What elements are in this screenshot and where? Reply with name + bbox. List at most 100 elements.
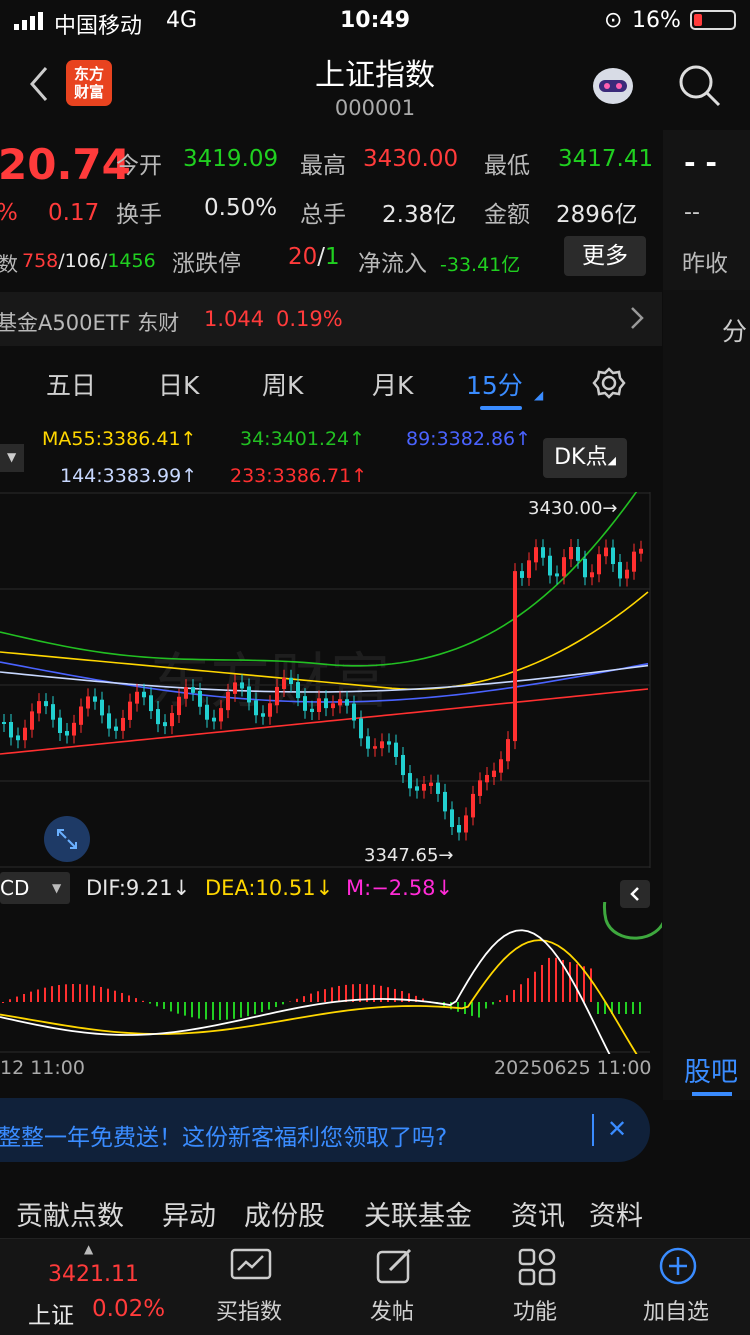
ma34-label: 34:3401.24↑ xyxy=(240,428,365,450)
search-icon[interactable] xyxy=(676,62,722,108)
post-edit-icon[interactable] xyxy=(376,1248,414,1286)
ticker-pct[interactable]: 0.02% xyxy=(92,1296,165,1322)
candle xyxy=(135,692,139,704)
macd-bar xyxy=(569,962,571,1002)
macd-bar xyxy=(338,986,340,1002)
turnover-value: 0.50% xyxy=(204,195,277,221)
ma89-label: 89:3382.86↑ xyxy=(406,428,531,450)
macd-bar xyxy=(275,1002,277,1007)
ticker-price[interactable]: 3421.11 xyxy=(48,1262,139,1287)
candle xyxy=(597,554,601,574)
candle xyxy=(177,697,181,715)
expand-chart-icon[interactable] xyxy=(44,816,90,862)
tab-month-k[interactable]: 月K xyxy=(372,366,413,402)
candle xyxy=(37,701,41,713)
flat-count: /106/ xyxy=(58,250,107,272)
open-label: 今开 xyxy=(116,146,162,180)
nav-post[interactable]: 发帖 xyxy=(370,1294,414,1326)
candle xyxy=(562,557,566,576)
candle xyxy=(205,705,209,720)
candle xyxy=(247,686,251,702)
limit-down-count: 1 xyxy=(325,244,340,270)
candle xyxy=(2,722,6,724)
macd-bar xyxy=(177,1002,179,1014)
macd-bar xyxy=(310,994,312,1002)
candle xyxy=(576,547,580,561)
candle xyxy=(317,698,321,712)
nav-function[interactable]: 功能 xyxy=(513,1294,557,1326)
robot-avatar-icon[interactable] xyxy=(588,62,638,108)
subtab-contribution[interactable]: 贡献点数 xyxy=(16,1194,124,1233)
candle xyxy=(240,682,244,688)
count-prefix: 数 xyxy=(0,248,18,277)
subtab-profile[interactable]: 资料 xyxy=(589,1194,643,1233)
macd-bar xyxy=(86,985,88,1002)
subtab-movement[interactable]: 异动 xyxy=(162,1194,216,1233)
macd-bar xyxy=(282,1002,284,1004)
candle xyxy=(625,570,629,579)
more-button[interactable]: 更多 xyxy=(564,236,646,276)
subtab-constituents[interactable]: 成份股 xyxy=(244,1194,325,1233)
high-label: 最高 xyxy=(300,146,346,180)
macd-bar xyxy=(149,1002,151,1004)
tab-15min[interactable]: 15分 xyxy=(466,366,523,402)
tab-five-day[interactable]: 五日 xyxy=(46,366,96,402)
buy-index-icon[interactable] xyxy=(230,1248,272,1284)
chevron-right-icon[interactable] xyxy=(626,304,646,332)
candle xyxy=(583,559,587,577)
candle xyxy=(23,728,27,740)
candle xyxy=(345,699,349,705)
macd-bar xyxy=(114,991,116,1002)
candle xyxy=(282,678,286,689)
candle xyxy=(142,692,146,698)
dropdown-triangle-icon: ◢ xyxy=(534,388,543,402)
volume-label: 总手 xyxy=(300,195,346,229)
macd-bar xyxy=(534,972,536,1002)
side-tab-guba[interactable]: 股吧 xyxy=(684,1050,738,1089)
candlestick-chart[interactable]: 东方财富 xyxy=(0,492,662,868)
add-watchlist-icon[interactable] xyxy=(658,1246,698,1286)
candle xyxy=(548,556,552,576)
ma-dropdown[interactable]: ▼ xyxy=(0,444,24,472)
candle xyxy=(324,698,328,708)
high-value: 3430.00 xyxy=(363,146,458,172)
limit-up-count: 20 xyxy=(288,244,317,270)
candle xyxy=(149,695,153,711)
dk-point-button[interactable]: DK点◢ xyxy=(543,438,627,478)
indicator-select[interactable]: CD▼ xyxy=(0,872,70,904)
candle xyxy=(541,547,545,558)
promo-text[interactable]: 整整一年免费送！这份新客福利您领取了吗? xyxy=(0,1118,447,1152)
subtab-related-funds[interactable]: 关联基金 xyxy=(364,1194,472,1233)
nav-buy-index[interactable]: 买指数 xyxy=(216,1294,282,1326)
promo-close-icon[interactable]: ✕ xyxy=(607,1115,627,1143)
macd-chart[interactable] xyxy=(0,902,662,1054)
macd-bar xyxy=(639,1002,641,1014)
candle xyxy=(499,759,503,772)
subtab-news[interactable]: 资讯 xyxy=(511,1194,565,1233)
macd-bar xyxy=(345,985,347,1002)
macd-bar xyxy=(93,986,95,1002)
nav-add-watchlist[interactable]: 加自选 xyxy=(643,1294,709,1326)
ticker-name[interactable]: 上证 xyxy=(28,1296,74,1330)
candle xyxy=(338,699,342,705)
candle xyxy=(58,718,62,733)
tab-day-k[interactable]: 日K xyxy=(158,366,199,402)
macd-bar xyxy=(590,968,592,1002)
macd-bar xyxy=(65,984,67,1002)
candle xyxy=(156,709,160,724)
side-tab-fen[interactable]: 分 xyxy=(722,312,747,348)
macd-bar xyxy=(30,992,32,1002)
candle xyxy=(639,549,643,554)
candle xyxy=(261,713,265,716)
macd-bar xyxy=(296,999,298,1002)
function-grid-icon[interactable] xyxy=(518,1248,556,1286)
macd-bar xyxy=(212,1002,214,1020)
settings-gear-icon[interactable] xyxy=(592,366,626,400)
candle xyxy=(457,825,461,832)
candle xyxy=(114,727,118,731)
macd-bar xyxy=(548,958,550,1002)
macd-bar xyxy=(219,1002,221,1020)
candle xyxy=(79,707,83,725)
tab-week-k[interactable]: 周K xyxy=(262,366,303,402)
candle xyxy=(450,809,454,827)
